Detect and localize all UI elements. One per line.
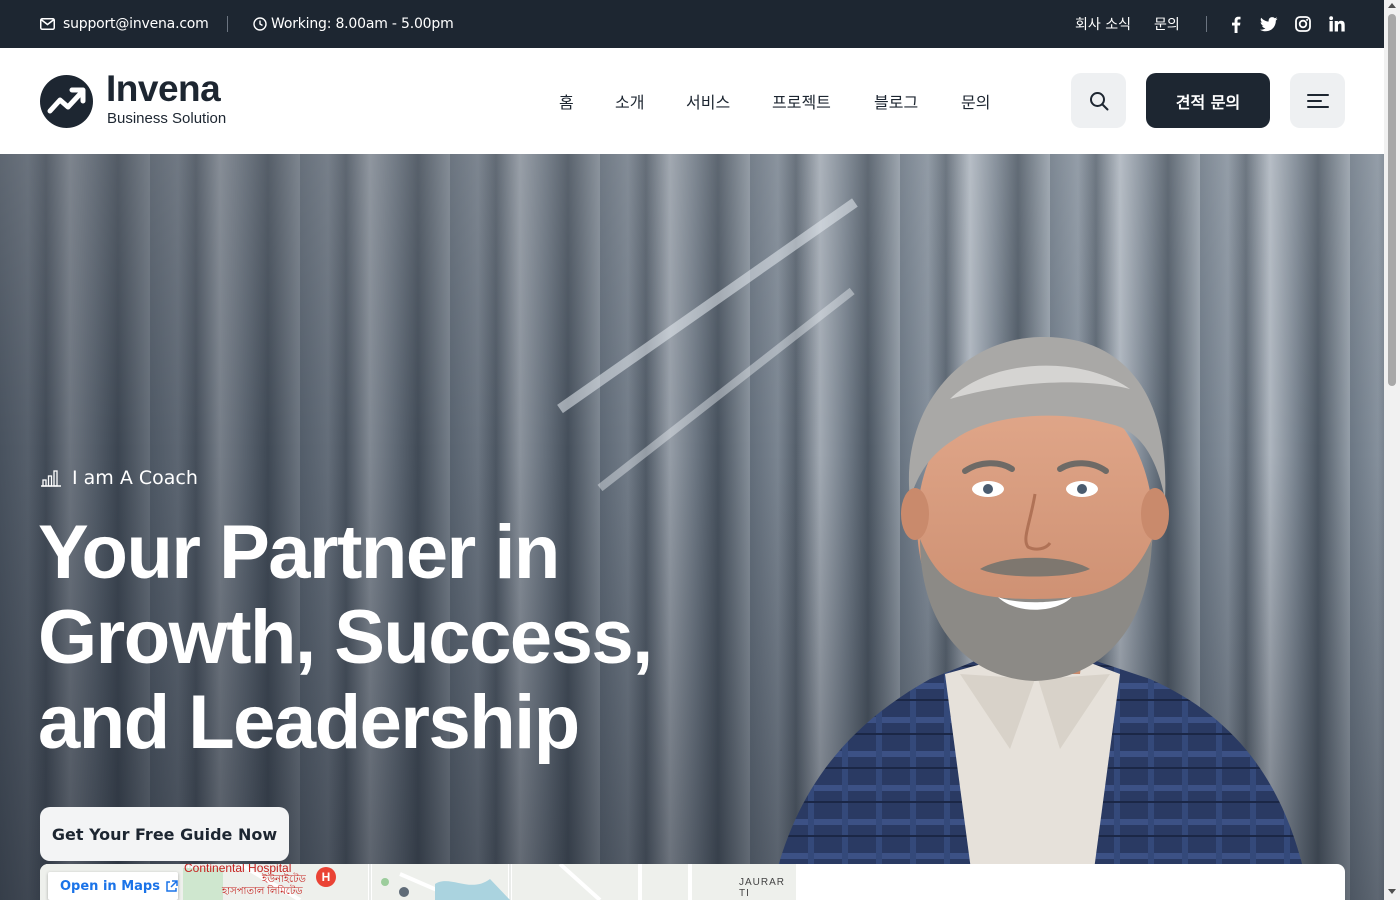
topbar-divider [227, 16, 228, 32]
facebook-icon[interactable] [1226, 14, 1246, 34]
hero-kicker: I am A Coach [40, 467, 198, 489]
nav-item-contact[interactable]: 문의 [961, 48, 990, 154]
nav-item-about[interactable]: 소개 [615, 48, 644, 154]
contact-card: Open in Maps Continental Hospital ইউনাইট… [40, 864, 1345, 900]
twitter-icon[interactable] [1259, 14, 1279, 34]
working-hours-text: Working: 8.00am - 5.00pm [271, 16, 454, 32]
support-email-text: support@invena.com [63, 16, 209, 32]
hero-headline-line: Your Partner in [38, 510, 560, 595]
page-scrollbar[interactable] [1384, 0, 1400, 900]
hospital-pin-icon[interactable]: H [316, 867, 336, 887]
free-guide-button[interactable]: Get Your Free Guide Now [40, 807, 289, 861]
clock-icon [253, 17, 267, 31]
hero-headline: Your Partner in Growth, Success, and Lea… [38, 510, 758, 765]
hero-section: I am A Coach Your Partner in Growth, Suc… [0, 154, 1384, 900]
search-button[interactable] [1071, 73, 1126, 128]
hero-kicker-text: I am A Coach [72, 467, 198, 489]
topbar-link-contact[interactable]: 문의 [1154, 0, 1180, 48]
topbar-link-news[interactable]: 회사 소식 [1075, 0, 1131, 48]
nav-item-blog[interactable]: 블로그 [874, 48, 918, 154]
map-poi-label: হাসপাতাল লিমিটেড [222, 886, 303, 897]
nav-item-projects[interactable]: 프로젝트 [772, 48, 831, 154]
scroll-up-arrow-icon[interactable] [1388, 3, 1396, 8]
logo-mark-icon[interactable] [40, 75, 93, 128]
quote-button[interactable]: 견적 문의 [1146, 73, 1270, 128]
working-hours: Working: 8.00am - 5.00pm [253, 0, 454, 48]
external-link-icon [166, 879, 178, 892]
hero-headline-line: and Leadership [38, 680, 580, 765]
scrollbar-thumb[interactable] [1388, 14, 1396, 386]
logo-tagline: Business Solution [107, 110, 227, 127]
logo-name[interactable]: Invena [106, 70, 221, 107]
hero-headline-line: Growth, Success, [38, 595, 653, 680]
support-email[interactable]: support@invena.com [40, 0, 209, 48]
nav-item-services[interactable]: 서비스 [686, 48, 730, 154]
hamburger-menu-icon [1306, 93, 1329, 108]
menu-button[interactable] [1290, 73, 1345, 128]
search-icon [1089, 91, 1108, 110]
coach-portrait-image [770, 336, 1310, 900]
open-in-maps-text: Open in Maps [60, 878, 160, 894]
bar-chart-icon [41, 470, 61, 487]
scroll-down-arrow-icon[interactable] [1388, 889, 1396, 894]
open-in-maps-link[interactable]: Open in Maps [48, 872, 178, 900]
top-bar: support@invena.com Working: 8.00am - 5.0… [0, 0, 1384, 48]
topbar-divider [1206, 16, 1207, 32]
embedded-map[interactable]: Open in Maps Continental Hospital ইউনাইট… [40, 864, 796, 900]
mail-icon [40, 18, 55, 30]
main-header: Invena Business Solution 홈 소개 서비스 프로젝트 블… [0, 48, 1384, 154]
instagram-icon[interactable] [1293, 14, 1313, 34]
map-road-label: JAURAR TI [739, 877, 786, 899]
linkedin-icon[interactable] [1327, 14, 1347, 34]
nav-item-home[interactable]: 홈 [559, 48, 574, 154]
